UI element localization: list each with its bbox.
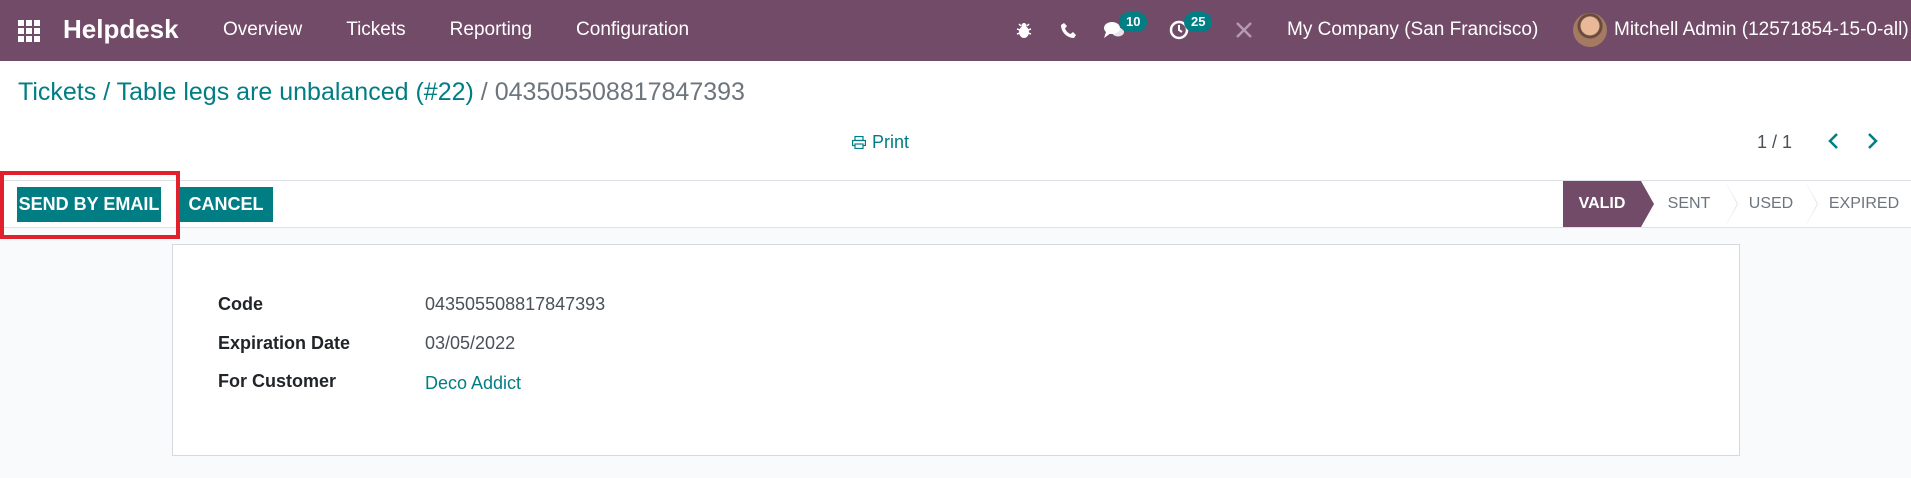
print-label: Print [872,132,910,152]
breadcrumb-separator: / [473,78,495,106]
status-stages: VALID SENT USED EXPIRED [1563,181,1911,227]
form-sheet: Code 043505508817847393 Expiration Date … [172,244,1740,456]
form-statusbar: SEND BY EMAIL CANCEL VALID SENT USED EXP… [0,171,1911,239]
send-by-email-button[interactable]: SEND BY EMAIL [17,187,161,222]
pager-value[interactable]: 1 / 1 [1757,132,1792,153]
stage-arrow [1641,181,1654,227]
code-label: Code [218,294,263,314]
messages-icon[interactable]: 10 [1103,12,1148,43]
activities-count-badge: 25 [1184,12,1213,32]
stage-expired[interactable]: EXPIRED [1805,181,1911,227]
stage-label: SENT [1667,195,1711,212]
user-avatar[interactable] [1573,13,1607,47]
breadcrumb: Tickets / Table legs are unbalanced (#22… [18,78,745,107]
messages-count-badge: 10 [1119,12,1148,32]
breadcrumb-tickets[interactable]: Tickets [18,78,96,106]
print-icon [852,136,866,149]
print-button[interactable]: Print [852,132,909,153]
stage-valid[interactable]: VALID [1563,181,1654,227]
apps-grid-icon[interactable] [18,20,40,42]
user-menu[interactable]: Mitchell Admin (12571854-15-0-all) [1614,19,1909,41]
breadcrumb-separator: / [96,78,117,106]
app-brand[interactable]: Helpdesk [63,14,179,45]
tools-icon[interactable] [1233,17,1255,43]
expiration-date-value: 03/05/2022 [425,333,516,353]
debug-bug-icon[interactable] [1014,17,1034,43]
breadcrumb-current: 043505508817847393 [494,78,745,106]
stage-arrow [1725,181,1737,227]
cancel-button[interactable]: CANCEL [179,187,273,222]
pager-previous-icon[interactable] [1827,131,1841,157]
pager-next-icon[interactable] [1865,131,1879,157]
stage-label: USED [1748,195,1794,212]
menu-tickets[interactable]: Tickets [346,19,405,41]
menu-reporting[interactable]: Reporting [450,19,532,41]
stage-label: EXPIRED [1828,195,1900,212]
activities-clock-icon[interactable]: 25 [1168,12,1213,43]
stage-arrow [1805,181,1817,227]
expiration-date-label: Expiration Date [218,333,351,353]
menu-overview[interactable]: Overview [223,19,302,41]
breadcrumb-ticket[interactable]: Table legs are unbalanced (#22) [117,78,474,106]
top-navbar: Helpdesk Overview Tickets Reporting Conf… [0,0,1911,61]
menu-configuration[interactable]: Configuration [576,19,689,41]
stage-label: VALID [1578,195,1626,212]
customer-label: For Customer [218,371,337,391]
control-panel: Tickets / Table legs are unbalanced (#22… [0,61,1911,180]
company-switcher[interactable]: My Company (San Francisco) [1287,19,1538,41]
phone-icon[interactable] [1058,17,1078,43]
code-value: 043505508817847393 [425,294,606,314]
customer-link[interactable]: Deco Addict [425,373,521,394]
main-menu: Overview Tickets Reporting Configuration [223,19,733,41]
